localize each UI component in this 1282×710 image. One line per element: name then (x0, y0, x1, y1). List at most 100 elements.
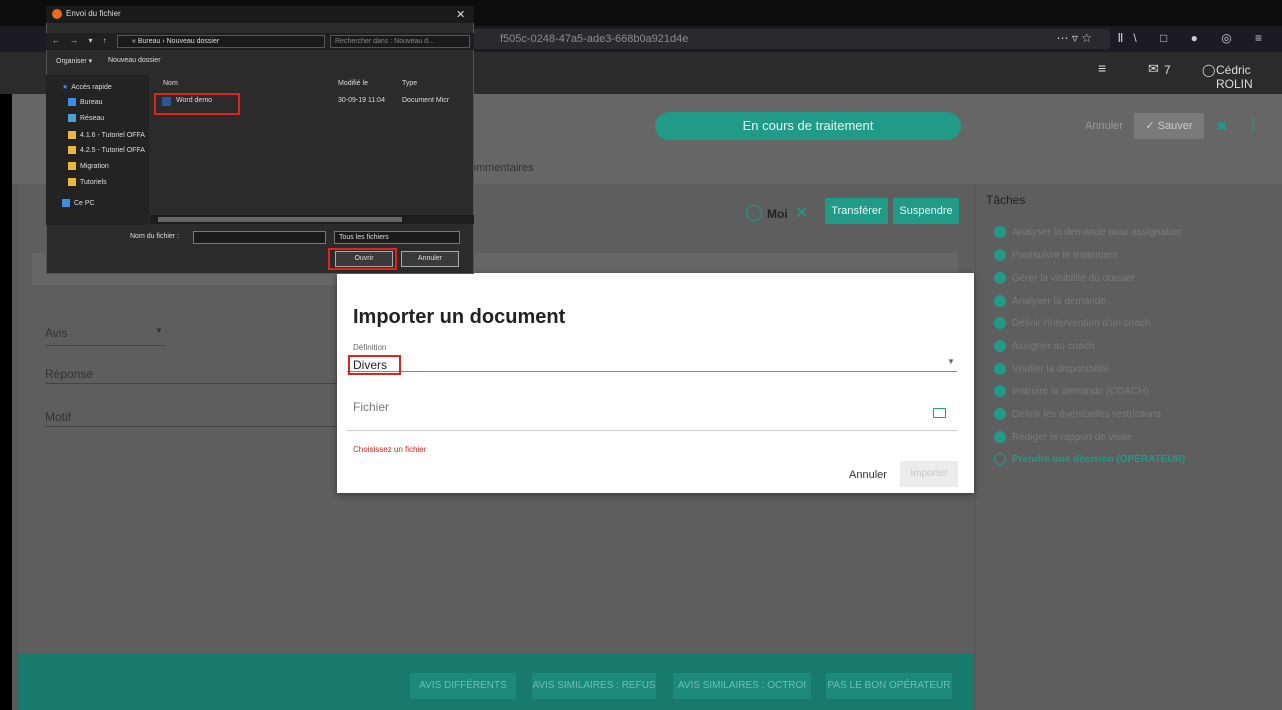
more-options-icon[interactable]: ⋮ (1246, 116, 1260, 133)
avis-caret-icon[interactable]: ▼ (155, 326, 163, 335)
folder-icon (68, 162, 76, 170)
avis-label: Avis (45, 326, 68, 340)
save-button[interactable]: ✓ Sauver (1134, 113, 1204, 139)
footer-button-3[interactable]: AVIS SIMILAIRES : OCTROI (673, 673, 811, 699)
network-icon (68, 114, 76, 122)
folder-icon[interactable] (933, 408, 946, 418)
open-highlight (328, 248, 397, 270)
reponse-label: Réponse (45, 367, 94, 381)
user-icon: ◯ (1202, 63, 1216, 77)
caret-down-icon[interactable]: ▼ (947, 357, 955, 366)
task-done-icon (994, 249, 1006, 261)
file-field[interactable] (347, 430, 957, 431)
filename-input[interactable] (193, 231, 326, 244)
tasks-title: Tâches (986, 193, 1026, 207)
task-done-icon (994, 317, 1006, 329)
definition-select[interactable]: Divers (348, 355, 401, 375)
task-item[interactable]: Vérifier la disponibilité (994, 361, 1109, 377)
error-message: Choisissez un fichier (353, 445, 427, 454)
task-done-icon (994, 226, 1006, 238)
transfer-button[interactable]: Transférer (825, 198, 888, 224)
mail-count: 7 (1164, 63, 1171, 77)
reponse-field[interactable] (45, 383, 337, 384)
task-done-icon (994, 340, 1006, 352)
task-item[interactable]: Définir l'intervention d'un coach (994, 315, 1150, 331)
firefox-icon (52, 9, 62, 19)
nav-this-pc[interactable]: Ce PC (62, 199, 95, 207)
definition-underline (347, 371, 957, 372)
path-breadcrumb[interactable]: « Bureau › Nouveau dossier (117, 35, 325, 48)
remove-assignee-icon[interactable]: ✕ (795, 203, 808, 223)
scrollbar-thumb[interactable] (158, 217, 402, 222)
task-done-icon (994, 385, 1006, 397)
assignee-label: Moi (767, 207, 788, 221)
folder-icon (68, 146, 76, 154)
user-circle-icon (746, 205, 762, 221)
star-icon: ★ (62, 84, 69, 91)
task-item[interactable]: Rédiger le rapport de visite (994, 429, 1132, 445)
column-modified[interactable]: Modifié le (338, 80, 368, 87)
new-folder-button[interactable]: Nouveau dossier (108, 57, 161, 64)
computer-icon (62, 199, 70, 207)
task-item[interactable]: Analyser la demande pour assignation (994, 224, 1182, 240)
desktop-icon (68, 98, 76, 106)
pin-icon[interactable]: ✖ (1216, 118, 1228, 135)
task-item[interactable]: Instruire la demande (COACH) (994, 383, 1149, 399)
task-done-icon (994, 295, 1006, 307)
file-cancel-button[interactable]: Annuler (401, 251, 459, 267)
motif-label: Motif (45, 410, 72, 424)
definition-label: Définition (353, 343, 387, 352)
file-dialog-title: Envoi du fichier (66, 9, 121, 18)
task-done-icon (994, 272, 1006, 284)
column-name[interactable]: Nom (163, 80, 178, 87)
filename-label: Nom du fichier : (130, 233, 180, 240)
footer-button-2[interactable]: AVIS SIMILAIRES : REFUS (532, 673, 656, 699)
column-type[interactable]: Type (402, 80, 417, 87)
mail-icon[interactable]: ✉ (1148, 61, 1159, 77)
organize-button[interactable]: Organiser ▾ (56, 57, 92, 65)
task-item[interactable]: Assigner au coach (994, 338, 1094, 354)
hamburger-menu-icon[interactable]: ≡ (1098, 60, 1106, 76)
suspend-button[interactable]: Suspendre (893, 198, 959, 224)
file-field-label[interactable]: Fichier (353, 400, 389, 414)
task-done-icon (994, 431, 1006, 443)
tab-comments[interactable]: ommentaires (470, 162, 534, 174)
nav-folder[interactable]: Migration (68, 162, 109, 170)
nav-quick-access[interactable]: ★ Accès rapide (62, 83, 112, 92)
toolbar-icons[interactable]: Ⅱ\ □ ● ◎ ≡ (1117, 31, 1272, 45)
task-item-active[interactable]: Prendre une décision (OPÉRATEUR) (994, 451, 1185, 467)
nav-bureau[interactable]: Bureau (68, 98, 103, 106)
task-item[interactable]: Analyser la demande (994, 293, 1106, 309)
filetype-select[interactable]: Tous les fichiers (334, 231, 460, 244)
task-item[interactable]: Définir les éventuelles restrictions (994, 406, 1161, 422)
status-badge: En cours de traitement (655, 112, 961, 140)
import-button[interactable]: Importer (900, 461, 958, 487)
nav-folder[interactable]: 4.2.5 - Tutoriel OFFA (68, 146, 145, 154)
footer-button-1[interactable]: AVIS DIFFÉRENTS (410, 673, 516, 699)
close-icon[interactable]: ✕ (456, 8, 465, 21)
motif-field[interactable] (45, 426, 337, 427)
task-done-icon (994, 363, 1006, 375)
url-field[interactable]: f505c-0248-47a5-ade3-668b0a921d4e (470, 29, 1110, 49)
url-actions-icon[interactable]: ⋯ ▿ ☆ (1057, 31, 1092, 45)
user-name[interactable]: Cédric ROLIN (1216, 63, 1282, 91)
nav-folder[interactable]: 4.1.6 - Tutoriel OFFA (68, 131, 145, 139)
file-search-input[interactable]: Rechercher dans : Nouveau d... (330, 35, 470, 48)
task-item[interactable]: Gérer la visibilité du dossier (994, 270, 1135, 286)
nav-folder[interactable]: Tutoriels (68, 178, 107, 186)
footer-button-4[interactable]: PAS LE BON OPÉRATEUR (826, 673, 952, 699)
dialog-title: Importer un document (353, 306, 566, 328)
nav-arrows-icon[interactable]: ← → ▾ ↑ (52, 36, 111, 45)
avis-underline (45, 345, 165, 346)
folder-icon (68, 131, 76, 139)
file-highlight (154, 93, 240, 115)
file-type: Document Micr (402, 97, 450, 104)
dialog-cancel-button[interactable]: Annuler (849, 469, 887, 481)
task-pending-icon (994, 453, 1006, 465)
folder-icon (68, 178, 76, 186)
task-item[interactable]: Poursuivre le traitement (994, 247, 1118, 263)
task-done-icon (994, 408, 1006, 420)
cancel-button[interactable]: Annuler (1085, 120, 1123, 132)
nav-reseau[interactable]: Réseau (68, 114, 104, 122)
file-modified: 30-09-19 11:04 (338, 97, 385, 104)
